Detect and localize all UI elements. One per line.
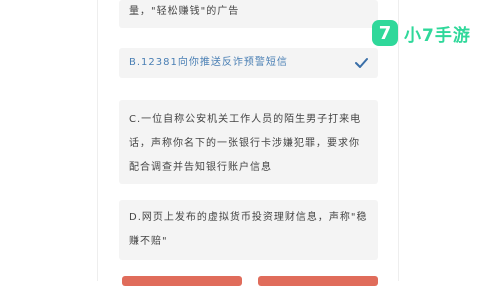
question-panel: 量，"轻松赚钱"的广告 B.12381向你推送反诈预警短信 C.一位自称公安机关… (97, 0, 399, 286)
logo-mark: 7 (372, 20, 398, 46)
option-d-text: D.网页上发布的虚拟货币投资理财信息，声称"稳赚不赔" (129, 212, 368, 247)
right-button[interactable] (258, 276, 378, 286)
option-a[interactable]: 量，"轻松赚钱"的广告 (119, 0, 378, 28)
option-a-text: 量，"轻松赚钱"的广告 (129, 6, 240, 17)
option-c-text: C.一位自称公安机关工作人员的陌生男子打来电话，声称你名下的一张银行卡涉嫌犯罪，… (129, 114, 362, 173)
left-button[interactable] (122, 276, 242, 286)
option-c[interactable]: C.一位自称公安机关工作人员的陌生男子打来电话，声称你名下的一张银行卡涉嫌犯罪，… (119, 100, 378, 184)
checkmark-icon (355, 58, 368, 68)
option-d[interactable]: D.网页上发布的虚拟货币投资理财信息，声称"稳赚不赔" (119, 200, 378, 260)
logo-text: 小7手游 (404, 25, 471, 46)
option-b-text: B.12381向你推送反诈预警短信 (129, 57, 288, 68)
watermark-logo: 7 小7手游 (372, 20, 471, 46)
option-b[interactable]: B.12381向你推送反诈预警短信 (119, 48, 378, 78)
